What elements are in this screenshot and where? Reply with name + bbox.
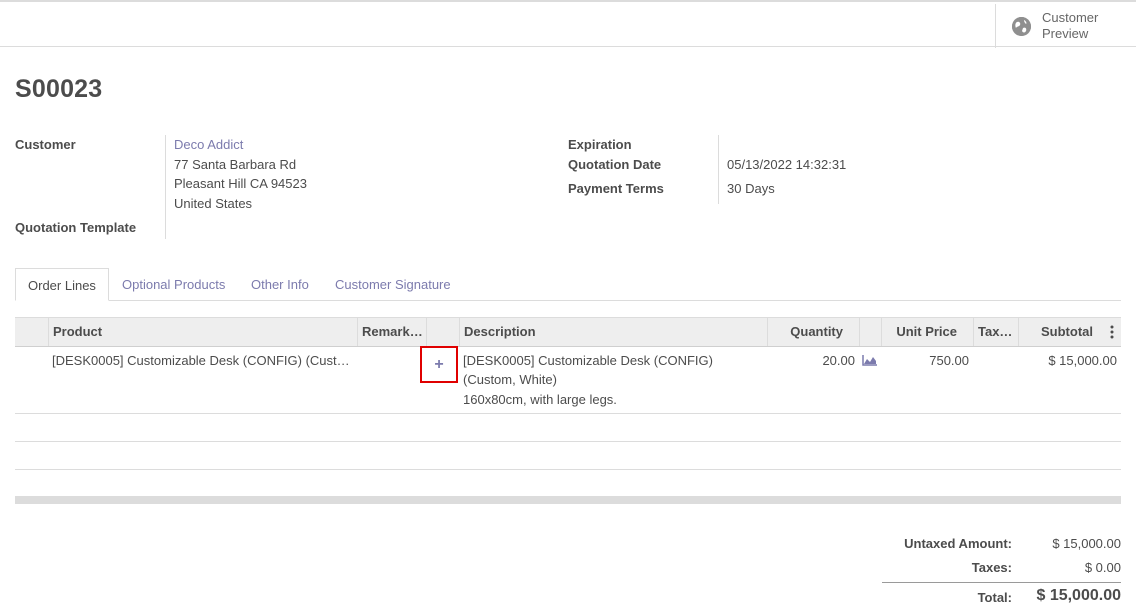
table-row[interactable]: [DESK0005] Customizable Desk (CONFIG) (C… — [15, 347, 1121, 414]
field-separator — [718, 135, 719, 204]
row-description-line-3[interactable]: 160x80cm, with large legs. — [463, 390, 617, 410]
vertical-dots-icon[interactable] — [1109, 325, 1115, 339]
column-quantity[interactable]: Quantity — [767, 318, 859, 346]
plus-icon: + — [434, 355, 444, 373]
column-empty — [426, 318, 459, 346]
notebook-tabs: Order Lines Optional Products Other Info… — [15, 268, 1121, 301]
quotation-date-label: Quotation Date — [568, 157, 662, 172]
tab-other-info[interactable]: Other Info — [251, 268, 309, 301]
column-forecast — [859, 318, 881, 346]
area-chart-icon[interactable] — [862, 354, 878, 366]
expiration-field[interactable] — [727, 137, 927, 155]
table-header: Product Remark… Description Quantity Uni… — [15, 317, 1121, 347]
quotation-template-field[interactable] — [174, 220, 374, 238]
address-line-1: 77 Santa Barbara Rd — [174, 157, 297, 172]
globe-icon — [1012, 16, 1031, 36]
page-title: S00023 — [15, 75, 103, 103]
row-subtotal: $ 15,000.00 — [1048, 353, 1117, 368]
row-unit-price[interactable]: 750.00 — [881, 351, 969, 371]
row-quantity[interactable]: 20.00 — [767, 351, 855, 371]
quotation-template-label: Quotation Template — [15, 220, 137, 235]
customer-label: Customer — [15, 137, 76, 152]
table-row-empty[interactable] — [15, 414, 1121, 442]
column-subtotal[interactable]: Subtotal — [1018, 318, 1121, 346]
column-taxes[interactable]: Tax… — [973, 318, 1018, 346]
field-separator — [165, 135, 166, 239]
column-description[interactable]: Description — [459, 318, 767, 346]
quotation-date-value[interactable]: 05/13/2022 14:32:31 — [727, 157, 846, 172]
table-row-empty[interactable] — [15, 470, 1121, 498]
untaxed-amount-label: Untaxed Amount: — [904, 536, 1012, 551]
payment-terms-label: Payment Terms — [568, 181, 664, 196]
column-product[interactable]: Product — [48, 318, 357, 346]
totals-divider — [882, 582, 1121, 583]
tab-optional-products[interactable]: Optional Products — [122, 268, 225, 301]
row-description-line-2[interactable]: (Custom, White) — [463, 370, 557, 390]
tab-order-lines[interactable]: Order Lines — [15, 268, 109, 301]
column-handle — [15, 318, 48, 346]
total-label: Total: — [977, 590, 1012, 605]
address-line-2: Pleasant Hill CA 94523 — [174, 176, 307, 191]
column-remark[interactable]: Remark… — [357, 318, 426, 346]
expiration-label: Expiration — [568, 137, 632, 152]
tab-customer-signature[interactable]: Customer Signature — [335, 268, 451, 301]
untaxed-amount-value: $ 15,000.00 — [1052, 536, 1121, 551]
customer-link[interactable]: Deco Addict — [174, 137, 243, 152]
address-line-3: United States — [174, 196, 253, 211]
row-product[interactable]: [DESK0005] Customizable Desk (CONFIG) (C… — [52, 351, 352, 371]
horizontal-scrollbar[interactable] — [15, 496, 1121, 504]
taxes-label: Taxes: — [971, 560, 1012, 575]
row-description-line-1[interactable]: [DESK0005] Customizable Desk (CONFIG) — [463, 351, 713, 371]
payment-terms-value[interactable]: 30 Days — [727, 181, 775, 196]
control-panel: Customer Preview — [0, 0, 1136, 48]
taxes-value: $ 0.00 — [1084, 560, 1121, 575]
add-line-button[interactable]: + — [420, 346, 458, 383]
customer-preview-button[interactable]: Customer Preview — [995, 4, 1136, 48]
customer-preview-label: Customer Preview — [1042, 10, 1099, 41]
column-unit-price[interactable]: Unit Price — [881, 318, 973, 346]
table-row-empty[interactable] — [15, 442, 1121, 470]
total-value: $ 15,000.00 — [1036, 587, 1121, 604]
